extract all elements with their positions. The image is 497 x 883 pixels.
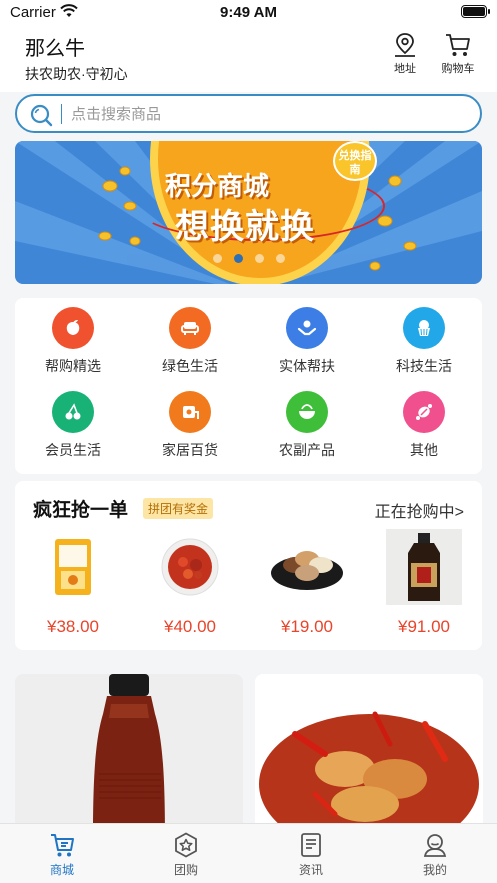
product-item[interactable]: ¥91.00 — [366, 529, 482, 637]
flash-sale-title: 疯狂抢一单 — [33, 500, 129, 521]
battery-icon — [461, 5, 490, 18]
flash-sale-tag: 拼团有奖金 — [143, 498, 214, 519]
cart-label: 购物车 — [441, 63, 475, 75]
carousel-dot-active[interactable] — [233, 254, 243, 263]
tab-label: 资讯 — [298, 863, 323, 877]
cart-home-icon — [51, 834, 74, 857]
product-card[interactable] — [255, 674, 483, 834]
search-icon — [29, 103, 53, 132]
category-label: 帮购精选 — [45, 358, 101, 374]
carousel-dot[interactable] — [254, 254, 264, 263]
category-item[interactable]: 会员生活 — [15, 391, 131, 460]
product-item[interactable]: ¥40.00 — [132, 529, 248, 637]
address-button[interactable]: 地址 — [385, 32, 425, 76]
category-label: 家居百货 — [162, 442, 218, 458]
flash-sale-section: 疯狂抢一单 拼团有奖金 正在抢购中> ¥38.00 ¥40.00 ¥19.00 … — [15, 481, 482, 650]
banner-headline: 积分商城 — [165, 171, 270, 201]
product-image — [269, 529, 345, 605]
category-item[interactable]: 绿色生活 — [132, 307, 248, 376]
tab-label: 我的 — [422, 863, 447, 877]
category-grid: 帮购精选 绿色生活 实体帮扶 科技生活 会员生活 家居百货 农副产品 其他 — [15, 298, 482, 474]
flash-sale-more-link[interactable]: 正在抢购中> — [375, 498, 464, 522]
product-card-image — [259, 711, 479, 834]
category-item[interactable]: 帮购精选 — [15, 307, 131, 376]
tab-label: 商城 — [49, 863, 74, 877]
carousel-dot[interactable] — [275, 254, 285, 263]
bottom-tab-bar: 商城 团购 资讯 我的 — [0, 823, 497, 883]
candy-icon — [403, 391, 445, 433]
category-label: 会员生活 — [45, 442, 101, 458]
clock: 9:49 AM — [220, 4, 277, 21]
cart-button[interactable]: 购物车 — [438, 32, 478, 76]
cherry-icon — [52, 391, 94, 433]
sofa-icon — [169, 307, 211, 349]
category-label: 其他 — [410, 442, 438, 458]
app-title: 那么牛 — [25, 38, 85, 60]
hands-icon — [286, 307, 328, 349]
tissue-icon — [169, 391, 211, 433]
category-label: 农副产品 — [279, 442, 335, 458]
shopping-cart-icon — [446, 34, 470, 56]
category-label: 绿色生活 — [162, 358, 218, 374]
star-badge-icon — [175, 832, 197, 858]
search-bar[interactable] — [15, 94, 482, 133]
cake-icon — [403, 307, 445, 349]
product-price: ¥40.00 — [164, 617, 216, 636]
carousel-dot[interactable] — [212, 254, 222, 263]
category-item[interactable]: 其他 — [366, 391, 482, 460]
tab-label: 团购 — [173, 863, 198, 877]
peach-icon — [52, 307, 94, 349]
tab-mall[interactable]: 商城 — [22, 832, 102, 878]
product-card[interactable] — [15, 674, 243, 834]
product-image — [35, 529, 111, 605]
category-item[interactable]: 家居百货 — [132, 391, 248, 460]
address-label: 地址 — [394, 63, 416, 75]
app-slogan: 扶农助农·守初心 — [25, 66, 128, 82]
status-bar: Carrier 9:49 AM — [0, 0, 497, 26]
product-item[interactable]: ¥19.00 — [249, 529, 365, 637]
product-image — [152, 529, 228, 605]
carousel-indicator — [15, 250, 482, 268]
product-price: ¥38.00 — [47, 617, 99, 636]
category-item[interactable]: 科技生活 — [366, 307, 482, 376]
product-price: ¥91.00 — [398, 617, 450, 636]
search-input[interactable] — [71, 101, 451, 127]
user-icon — [423, 834, 447, 857]
news-icon — [301, 833, 321, 857]
product-card-image — [93, 674, 165, 834]
tab-profile[interactable]: 我的 — [395, 832, 475, 878]
product-price: ¥19.00 — [281, 617, 333, 636]
banner-subheadline: 想换就换 — [175, 208, 315, 246]
product-image — [386, 529, 462, 605]
tab-news[interactable]: 资讯 — [271, 832, 351, 878]
redeem-guide-badge[interactable]: 兑换指南 — [333, 141, 377, 181]
app-header: 那么牛 扶农助农·守初心 地址 购物车 — [0, 26, 497, 92]
category-label: 实体帮扶 — [279, 358, 335, 374]
category-item[interactable]: 农副产品 — [249, 391, 365, 460]
bowl-icon — [286, 391, 328, 433]
category-label: 科技生活 — [396, 358, 452, 374]
search-divider — [61, 104, 62, 124]
location-pin-icon — [395, 33, 415, 57]
product-item[interactable]: ¥38.00 — [15, 529, 131, 637]
category-item[interactable]: 实体帮扶 — [249, 307, 365, 376]
tab-group-buy[interactable]: 团购 — [146, 832, 226, 878]
promo-banner[interactable]: 积分商城 想换就换 兑换指南 — [15, 141, 482, 284]
